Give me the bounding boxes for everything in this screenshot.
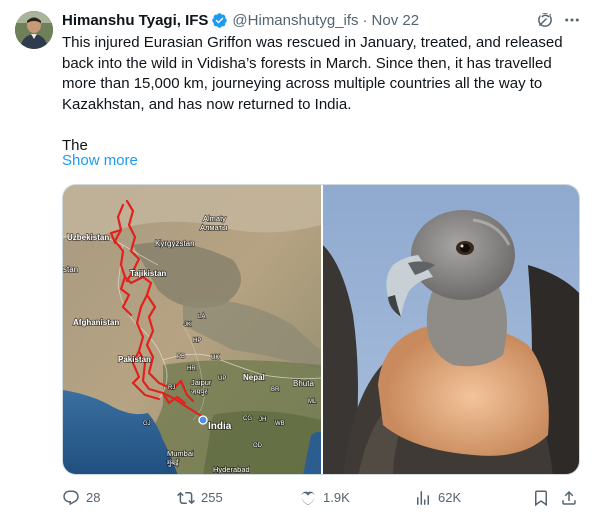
migration-map-image[interactable]: Uzbekistan Kyrgyzstan Almaty Алматы stan… [63,185,321,475]
map-label-up: UP [218,376,226,382]
map-label-india: India [208,421,232,432]
map-label-jh: JH [259,417,266,423]
bookmark-icon [535,490,547,507]
avatar[interactable] [15,11,53,49]
header-separator: · [362,11,368,29]
map-label-la: LA [198,314,205,320]
map-label-tajikistan: Tajikistan [130,269,166,278]
reply-count: 28 [86,490,101,505]
repost-button[interactable]: 255 [177,486,223,510]
show-more-link[interactable]: Show more [62,152,138,169]
map-label-nepal: Nepal [243,373,265,382]
map-label-mumbai: Mumbai [167,449,194,458]
bookmark-button[interactable] [532,486,556,510]
griffon-vulture-photo[interactable] [323,185,580,475]
tweet-actions: 28 255 1.9K 62K [62,486,582,510]
map-label-rj: RJ [168,385,175,391]
map-label-almaty-local: Алматы [200,223,227,232]
map-label-pb: PB [177,354,185,360]
map-label-gj: GJ [143,421,151,427]
map-label-ml: ML [308,399,317,405]
map-label-cg: CG [243,416,252,422]
more-options-icon[interactable] [562,11,582,29]
views-icon [417,491,429,505]
map-label-jaipur: Jaipur [191,378,212,387]
views-button[interactable]: 62K [414,486,461,510]
author-handle[interactable]: @Himanshutyg_ifs [232,12,358,29]
like-button[interactable]: 1.9K [299,486,350,510]
repost-count: 255 [201,490,223,505]
map-label-bhutan: Bhuta [293,379,314,388]
share-button[interactable] [560,486,584,510]
map-label-wb: WB [275,421,285,427]
map-label-afghanistan: Afghanistan [73,318,119,327]
tweet: Himanshu Tyagi, IFS @Himanshutyg_ifs · N… [0,0,596,524]
repost-icon [177,491,195,505]
map-label-pakistan: Pakistan [118,355,151,364]
author-name[interactable]: Himanshu Tyagi, IFS [62,12,208,29]
reply-icon [63,490,79,506]
reply-button[interactable]: 28 [62,486,100,510]
tweet-header: Himanshu Tyagi, IFS @Himanshutyg_ifs · N… [62,10,419,30]
map-label-uzbekistan: Uzbekistan [67,233,109,242]
map-label-hp: HP [193,338,201,344]
tweet-media[interactable]: Uzbekistan Kyrgyzstan Almaty Алматы stan… [62,184,580,475]
tweet-date[interactable]: Nov 22 [372,12,420,29]
map-label-hyderabad: Hyderabad [213,465,250,474]
tweet-text: This injured Eurasian Griffon was rescue… [62,34,563,154]
share-icon [562,490,576,505]
map-label-mumbai-local: मुंबई [167,458,180,467]
like-count: 1.9K [323,490,350,505]
map-label-jaipur-local: जयपुर [191,389,207,396]
verified-badge-icon [212,12,228,28]
map-label-uk: UK [211,355,219,361]
map-label-br: BR [271,387,280,393]
map-label-hr: HR [187,366,196,372]
map-label-almaty: Almaty [203,214,226,223]
map-label-kyrgyzstan: Kyrgyzstan [155,239,195,248]
views-count: 62K [438,490,462,505]
grok-icon[interactable] [536,11,554,29]
map-label-stan: stan [63,265,78,274]
map-label-jk: JK [184,322,191,328]
map-label-od: OD [253,443,263,449]
heart-icon [301,491,315,506]
